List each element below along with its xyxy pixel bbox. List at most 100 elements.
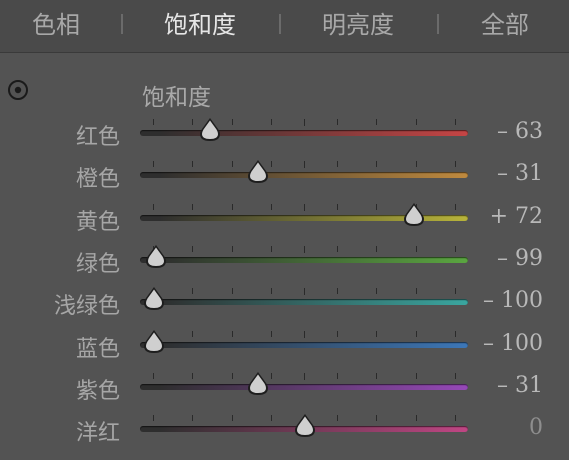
slider-tick <box>192 288 193 294</box>
slider-tick <box>337 288 338 294</box>
slider-value[interactable]: – 31 <box>497 161 543 186</box>
slider-label: 橙色 <box>75 167 120 192</box>
slider-thumb[interactable] <box>199 117 221 143</box>
slider-track[interactable] <box>140 257 468 263</box>
slider-tick <box>192 331 193 337</box>
tab-all[interactable]: 全部 <box>481 6 529 44</box>
slider-tick <box>376 246 377 252</box>
slider-tick <box>153 119 154 125</box>
slider-thumb[interactable] <box>145 244 167 270</box>
slider-label: 蓝色 <box>75 337 120 362</box>
slider-tick <box>455 415 456 421</box>
slider-tick <box>337 331 338 337</box>
slider-tick <box>416 331 417 337</box>
slider-tick <box>192 415 193 421</box>
saturation-slider[interactable] <box>140 409 468 451</box>
saturation-slider[interactable] <box>140 367 468 409</box>
slider-tick <box>376 204 377 210</box>
saturation-slider[interactable] <box>140 198 468 240</box>
slider-tick <box>192 161 193 167</box>
slider-tick <box>376 161 377 167</box>
slider-tick <box>455 119 456 125</box>
slider-thumb[interactable] <box>294 413 316 439</box>
slider-value[interactable]: – 63 <box>497 119 543 144</box>
slider-tick <box>337 119 338 125</box>
slider-tick <box>271 119 272 125</box>
slider-thumb[interactable] <box>247 159 269 185</box>
slider-tick <box>232 119 233 125</box>
slider-row: 洋红 0 <box>0 409 569 451</box>
slider-thumb[interactable] <box>143 329 165 355</box>
slider-label: 红色 <box>75 125 120 150</box>
slider-thumb[interactable] <box>143 286 165 312</box>
tab-saturation[interactable]: 饱和度 <box>164 6 236 44</box>
slider-tick <box>232 373 233 379</box>
slider-tick <box>304 331 305 338</box>
slider-thumb[interactable] <box>247 371 269 397</box>
slider-row: 绿色 – 99 <box>0 240 569 282</box>
slider-tick <box>232 204 233 210</box>
slider-tick <box>304 204 305 211</box>
saturation-slider[interactable] <box>140 240 468 282</box>
slider-value[interactable]: + 72 <box>490 204 543 229</box>
slider-tick <box>271 161 272 167</box>
slider-value[interactable]: – 100 <box>483 331 543 356</box>
slider-tick <box>232 246 233 252</box>
slider-value[interactable]: – 31 <box>497 373 543 398</box>
slider-row: 黄色 + 72 <box>0 198 569 240</box>
slider-tick <box>455 331 456 337</box>
slider-label: 绿色 <box>75 252 120 277</box>
tab-divider <box>437 14 439 34</box>
slider-tick <box>304 246 305 253</box>
slider-tick <box>271 373 272 379</box>
slider-tick <box>304 288 305 295</box>
slider-tick <box>455 373 456 379</box>
slider-track[interactable] <box>140 384 468 390</box>
saturation-slider[interactable] <box>140 282 468 324</box>
slider-tick <box>416 119 417 125</box>
section-title: 饱和度 <box>142 85 211 111</box>
slider-tick <box>304 161 305 168</box>
slider-tick <box>304 373 305 380</box>
slider-tick <box>153 373 154 379</box>
slider-tick <box>337 373 338 379</box>
tab-luminance[interactable]: 明亮度 <box>322 6 394 44</box>
slider-value[interactable]: 0 <box>529 415 543 440</box>
slider-thumb[interactable] <box>403 202 425 228</box>
slider-row: 紫色 – 31 <box>0 367 569 409</box>
slider-label: 洋红 <box>75 421 120 446</box>
slider-label: 黄色 <box>75 210 120 235</box>
slider-tick <box>455 246 456 252</box>
tab-bar: 色相 饱和度 明亮度 全部 <box>0 0 569 53</box>
slider-tick <box>153 204 154 210</box>
tab-hue[interactable]: 色相 <box>32 6 80 44</box>
slider-track[interactable] <box>140 130 468 136</box>
saturation-slider[interactable] <box>140 325 468 367</box>
saturation-slider[interactable] <box>140 113 468 155</box>
saturation-slider[interactable] <box>140 155 468 197</box>
target-adjustment-icon[interactable] <box>7 79 29 101</box>
slider-tick <box>376 288 377 294</box>
slider-tick <box>153 415 154 421</box>
slider-tick <box>232 331 233 337</box>
slider-label: 紫色 <box>75 379 120 404</box>
slider-tick <box>271 415 272 421</box>
slider-label: 浅绿色 <box>53 294 120 319</box>
slider-value[interactable]: – 99 <box>497 246 543 271</box>
slider-track[interactable] <box>140 299 468 305</box>
slider-tick <box>337 204 338 210</box>
slider-track[interactable] <box>140 172 468 178</box>
slider-tick <box>192 373 193 379</box>
slider-tick <box>232 288 233 294</box>
slider-row: 橙色 – 31 <box>0 155 569 197</box>
slider-tick <box>416 246 417 252</box>
slider-value[interactable]: – 100 <box>483 288 543 313</box>
slider-tick <box>232 415 233 421</box>
tab-divider <box>279 14 281 34</box>
slider-tick <box>337 415 338 421</box>
slider-tick <box>271 288 272 294</box>
slider-tick <box>416 373 417 379</box>
slider-track[interactable] <box>140 342 468 348</box>
slider-tick <box>376 373 377 379</box>
slider-tick <box>455 161 456 167</box>
